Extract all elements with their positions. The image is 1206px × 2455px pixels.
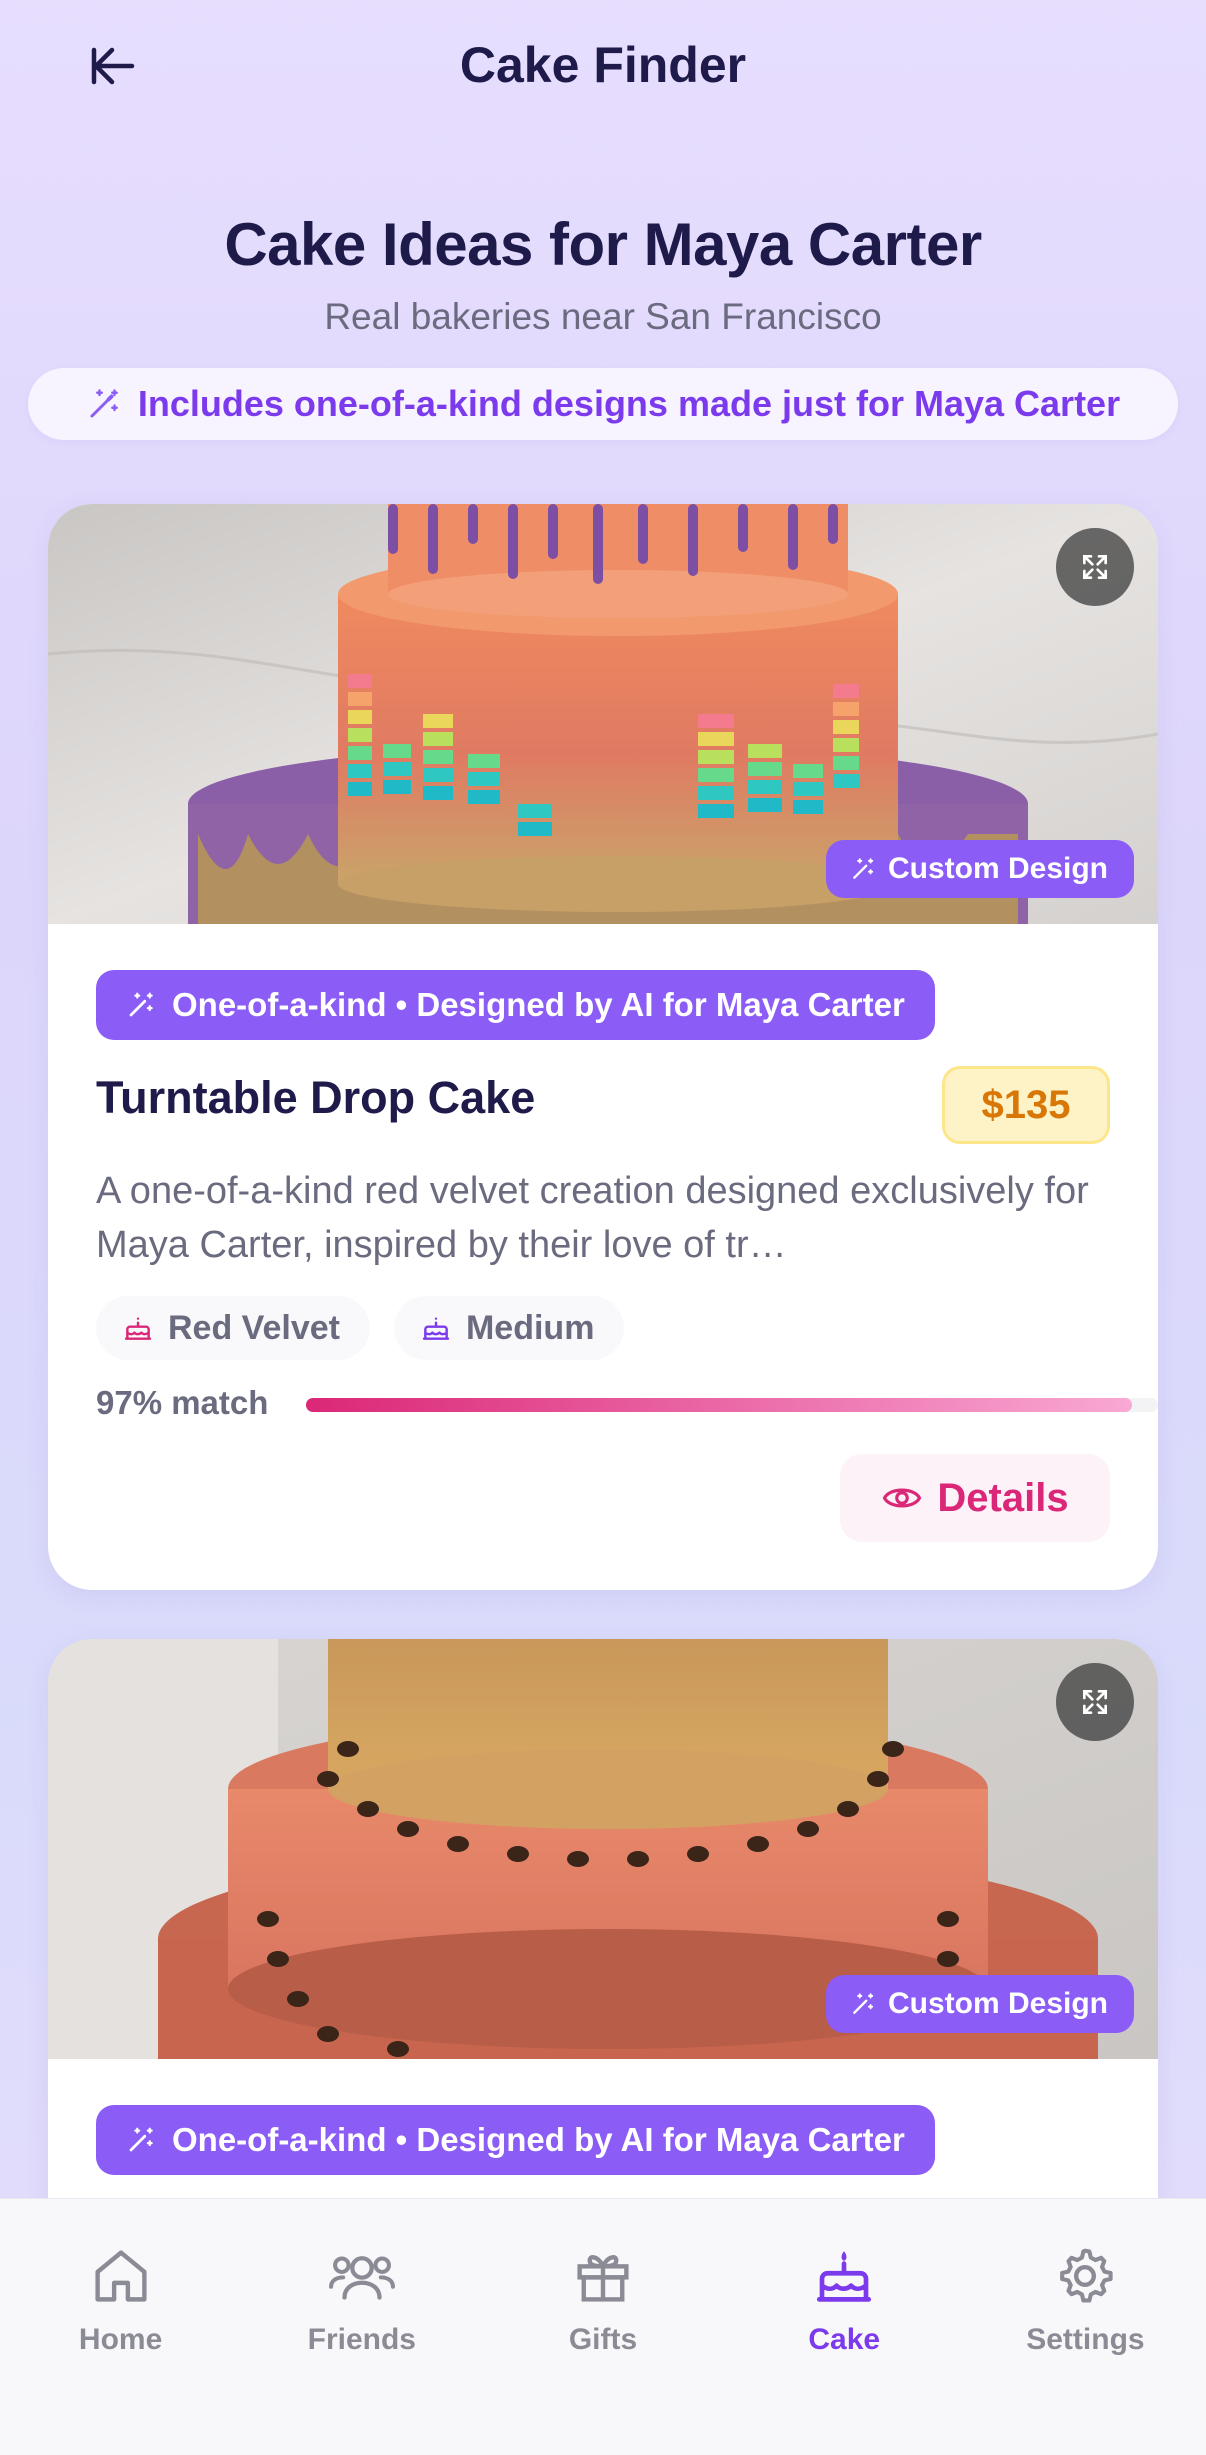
ai-designed-label: One-of-a-kind • Designed by AI for Maya … — [172, 2121, 905, 2158]
nav-cake-label: Cake — [808, 2323, 881, 2356]
flavor-tag: Red Velvet — [96, 1296, 370, 1360]
cake-icon — [422, 1317, 450, 1340]
match-label: 97% match — [96, 1384, 269, 1421]
ai-designed-label: One-of-a-kind • Designed by AI for Maya … — [172, 986, 905, 1023]
details-button[interactable]: Details — [840, 1454, 1110, 1542]
expand-image-button[interactable] — [1056, 1663, 1134, 1741]
bottom-nav: Home Friends Gifts Cake Settings — [0, 2198, 1206, 2455]
details-label: Details — [937, 1475, 1069, 1520]
size-tag: Medium — [393, 1296, 625, 1360]
cake-icon — [124, 1317, 152, 1340]
magic-wand-icon — [129, 992, 153, 1017]
expand-icon — [1083, 1690, 1107, 1714]
friends-icon — [328, 2256, 395, 2300]
custom-design-label: Custom Design — [887, 1987, 1108, 2020]
nav-settings[interactable]: Settings — [965, 2199, 1206, 2455]
flavor-label: Red Velvet — [168, 1308, 340, 1347]
magic-wand-icon — [853, 858, 874, 879]
nav-friends[interactable]: Friends — [241, 2199, 482, 2455]
ai-designs-banner: Includes one-of-a-kind designs made just… — [28, 368, 1178, 440]
magic-wand-icon — [129, 2127, 153, 2152]
nav-settings-label: Settings — [1026, 2323, 1145, 2356]
banner-text: Includes one-of-a-kind designs made just… — [137, 383, 1121, 424]
page-subtitle: Real bakeries near San Francisco — [324, 296, 882, 337]
gift-icon — [577, 2255, 629, 2302]
custom-design-label: Custom Design — [887, 852, 1108, 885]
cake-image[interactable]: Custom Design — [48, 504, 1158, 924]
nav-gifts[interactable]: Gifts — [482, 2199, 723, 2455]
ai-designed-badge: One-of-a-kind • Designed by AI for Maya … — [96, 2105, 935, 2175]
home-icon — [95, 2250, 147, 2302]
nav-home-label: Home — [78, 2323, 163, 2356]
size-label: Medium — [465, 1308, 595, 1347]
app-title: Cake Finder — [459, 37, 747, 93]
cake-card[interactable]: Custom Design One-of-a-kind • Designed b… — [48, 504, 1158, 1590]
magic-wand-icon — [853, 1993, 874, 2014]
custom-design-badge: Custom Design — [825, 840, 1134, 898]
settings-icon — [1060, 2248, 1114, 2303]
price-badge: $135 — [942, 1066, 1110, 1144]
match-bar — [306, 1398, 1158, 1412]
custom-design-badge: Custom Design — [825, 1975, 1134, 2033]
cake-name: Turntable Drop Cake — [96, 1072, 536, 1123]
nav-home[interactable]: Home — [0, 2199, 241, 2455]
page-title: Cake Ideas for Maya Carter — [224, 211, 982, 278]
cake-tags: Red Velvet Medium — [96, 1296, 625, 1360]
expand-icon — [1083, 555, 1107, 579]
eye-icon — [883, 1488, 922, 1508]
cake-icon — [817, 2251, 872, 2302]
ai-designed-badge: One-of-a-kind • Designed by AI for Maya … — [96, 970, 935, 1040]
expand-image-button[interactable] — [1056, 528, 1134, 606]
nav-cake[interactable]: Cake — [724, 2199, 965, 2455]
nav-gifts-label: Gifts — [568, 2323, 638, 2356]
cake-description: A one-of-a-kind red velvet creation desi… — [96, 1170, 1089, 1266]
nav-friends-label: Friends — [307, 2323, 416, 2356]
cake-image[interactable]: Custom Design — [48, 1639, 1158, 2059]
magic-wand-icon — [90, 389, 118, 418]
match-bar-fill — [306, 1398, 1133, 1412]
cake-card[interactable]: Custom Design One-of-a-kind • Designed b… — [48, 1639, 1158, 2259]
